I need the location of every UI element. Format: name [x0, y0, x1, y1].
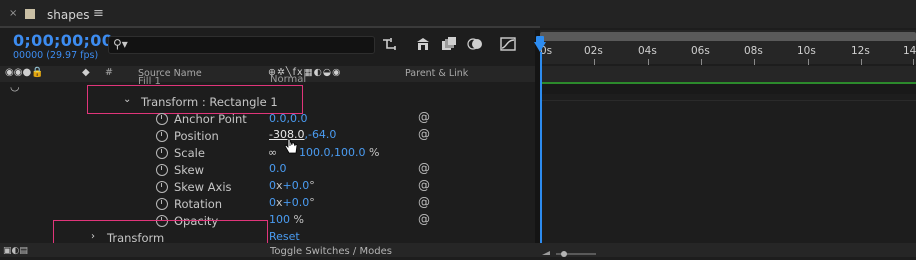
ruler-tick — [754, 59, 755, 65]
rotation-value[interactable]: 0x+0.0° — [269, 196, 315, 209]
draft-3d-icon[interactable] — [413, 36, 433, 54]
ruler-tick — [594, 59, 595, 65]
label-tag-icon[interactable]: ◆ — [82, 67, 90, 78]
parent-link-header[interactable]: Parent & Link — [405, 68, 468, 79]
opacity-value[interactable]: 100 % — [269, 213, 304, 226]
blend-mode-dropdown[interactable]: Normal — [270, 74, 390, 84]
zoom-slider[interactable] — [540, 247, 600, 257]
scale-value[interactable]: 100.0,100.0 % — [299, 146, 379, 159]
comp-flowchart-icon[interactable] — [380, 36, 400, 54]
skew-axis-value[interactable]: 0x+0.0° — [269, 179, 315, 192]
chevron-down-icon[interactable]: ⌄ — [123, 94, 131, 105]
scale-label: Scale — [174, 146, 205, 160]
search-icon: ⚲▾ — [113, 37, 128, 51]
chevron-right-icon[interactable]: › — [91, 231, 95, 242]
stopwatch-icon[interactable] — [156, 164, 168, 176]
tab-shapes[interactable]: shapes — [47, 8, 89, 22]
pickwhip-icon[interactable]: @ — [418, 127, 430, 141]
close-tab-button[interactable]: × — [9, 8, 17, 19]
frame-blending-icon[interactable] — [439, 36, 459, 54]
ruler-tick — [648, 59, 649, 65]
track-row — [540, 84, 916, 94]
panel-tab-bar — [0, 0, 916, 28]
pickwhip-icon[interactable]: @ — [418, 212, 430, 226]
stopwatch-icon[interactable] — [156, 147, 168, 159]
tick-label: 08s — [744, 45, 763, 57]
playhead-marker-icon[interactable] — [534, 42, 546, 52]
transform-group-label[interactable]: Transform : Rectangle 1 — [141, 95, 278, 109]
skew-value[interactable]: 0.0 — [269, 162, 287, 175]
pickwhip-icon[interactable]: @ — [418, 195, 430, 209]
skew-label: Skew — [174, 163, 205, 177]
collapse-arrow-icon[interactable]: ◡ — [10, 80, 20, 93]
tab-divider — [0, 26, 540, 28]
motion-blur-icon[interactable] — [465, 36, 485, 54]
rotation-label: Rotation — [174, 197, 223, 211]
current-time-display[interactable]: 0;00;00;00 — [13, 31, 113, 50]
tick-label: 12s — [851, 45, 870, 57]
current-time-indicator[interactable] — [540, 52, 542, 257]
ruler-tick — [808, 59, 809, 65]
stopwatch-icon[interactable] — [156, 198, 168, 210]
tick-label: 02s — [584, 45, 603, 57]
ruler-tick — [701, 59, 702, 65]
work-area-bar[interactable] — [540, 32, 916, 41]
tick-label: 04s — [638, 45, 657, 57]
tick-label: 14 — [903, 45, 916, 57]
anchor-point-value[interactable]: 0.0,0.0 — [269, 112, 308, 125]
reset-button[interactable]: Reset — [269, 230, 300, 243]
ruler-tick — [861, 59, 862, 65]
blend-mode-value: Normal — [270, 74, 307, 84]
panel-menu-icon[interactable]: ≡ — [93, 6, 104, 21]
anchor-point-label: Anchor Point — [174, 112, 247, 126]
comp-color-swatch — [25, 9, 35, 19]
hand-cursor-icon — [283, 137, 299, 158]
position-label: Position — [174, 129, 219, 143]
stopwatch-icon[interactable] — [156, 181, 168, 193]
stopwatch-icon[interactable] — [156, 130, 168, 142]
pickwhip-icon[interactable]: @ — [418, 178, 430, 192]
track-header — [540, 66, 916, 82]
constrain-proportions-icon[interactable]: ∞ — [268, 146, 277, 159]
frame-rate-display: 00000 (29.97 fps) — [13, 50, 99, 61]
tick-label: 10s — [797, 45, 816, 57]
pickwhip-icon[interactable]: @ — [418, 161, 430, 175]
toggle-switches-modes-button[interactable]: Toggle Switches / Modes — [270, 246, 392, 257]
tick-label: 06s — [691, 45, 710, 57]
skew-axis-label: Skew Axis — [174, 180, 232, 194]
expand-pane-icons[interactable]: ▣◐▤ — [3, 246, 28, 256]
layer-search-input[interactable] — [108, 36, 375, 54]
ruler-tick — [913, 59, 914, 65]
track-row-divider — [540, 100, 916, 101]
position-value[interactable]: -308.0,-64.0 — [269, 128, 336, 141]
layer-number-header: # — [105, 67, 113, 78]
pickwhip-icon[interactable]: @ — [418, 110, 430, 124]
av-switch-icons[interactable]: ◉◉●🔒 — [5, 67, 44, 78]
stopwatch-icon[interactable] — [156, 113, 168, 125]
column-header-bar: ◉◉●🔒 ◆ # Source Name ⊕✲╲fx▦◐◒◉ Parent & … — [0, 66, 535, 82]
graph-editor-icon[interactable] — [498, 36, 518, 54]
bottom-bar — [0, 243, 916, 257]
